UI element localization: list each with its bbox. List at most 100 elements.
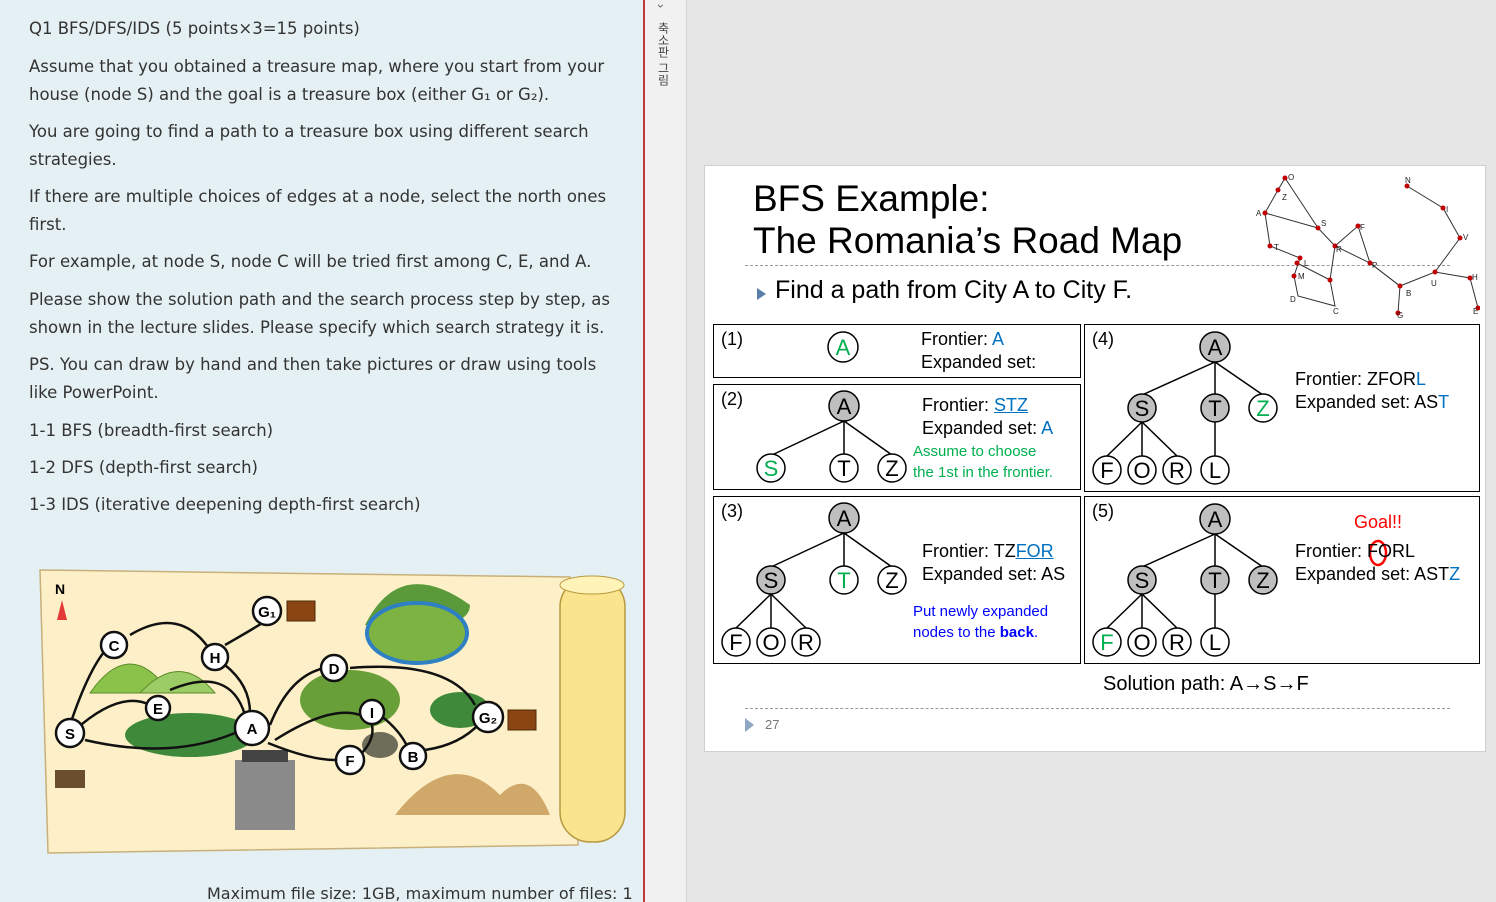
svg-text:P: P (1372, 261, 1377, 270)
page-arrow-icon (745, 718, 754, 732)
item-dfs: 1-2 DFS (depth-first search) (29, 458, 258, 477)
svg-text:R: R (1169, 630, 1185, 655)
svg-text:A: A (1208, 507, 1223, 532)
expanded-set-text: Expanded set: A (922, 418, 1054, 438)
slide-bullet: Find a path from City A to City F. (775, 276, 1133, 304)
svg-text:C: C (1333, 307, 1339, 316)
svg-text:F: F (1100, 630, 1113, 655)
svg-text:T: T (1208, 568, 1221, 593)
svg-text:A: A (1208, 335, 1223, 360)
svg-text:T: T (837, 456, 850, 481)
file-limit-footer: Maximum file size: 1GB, maximum number o… (207, 884, 633, 902)
question-panel: Q1 BFS/DFS/IDS (5 points×3=15 points) As… (0, 0, 643, 902)
goal-text: Goal!! (1354, 512, 1403, 532)
svg-text:O: O (1288, 173, 1294, 182)
svg-text:S: S (1135, 568, 1150, 593)
svg-text:F: F (729, 630, 742, 655)
question-paragraph: For example, at node S, node C will be t… (29, 252, 592, 271)
svg-text:G: G (1397, 311, 1403, 318)
item-ids: 1-3 IDS (iterative deepening depth-first… (29, 495, 421, 514)
expanded-set-text: Expanded set: (921, 352, 1037, 372)
svg-text:I: I (1446, 205, 1448, 214)
question-title: Q1 BFS/DFS/IDS (5 points×3=15 points) (29, 19, 360, 38)
bfs-step-2-panel: (2) A S T Z Frontier: STZ Expanded set: … (713, 384, 1081, 490)
question-paragraph: Please show the solution path and the se… (29, 290, 610, 337)
svg-text:Z: Z (1256, 396, 1269, 421)
expanded-set-text: Expanded set: AS (922, 564, 1066, 584)
note-text: Assume to choose (913, 443, 1037, 460)
svg-text:D: D (1290, 295, 1296, 304)
map-node-s: S (65, 726, 75, 743)
svg-text:O: O (1133, 630, 1150, 655)
svg-text:S: S (1321, 219, 1326, 228)
map-node-c: C (109, 638, 120, 655)
svg-text:T: T (837, 568, 850, 593)
svg-text:R: R (1336, 245, 1342, 254)
expand-chevron-icon[interactable]: › (654, 4, 668, 8)
expanded-set-text: Expanded set: AST (1295, 392, 1450, 412)
thumbnail-sidebar[interactable]: › 축소판 그림 (645, 0, 687, 902)
svg-text:U: U (1431, 279, 1437, 288)
bfs-step-1-panel: (1) A Frontier: A Expanded set: (713, 324, 1081, 378)
svg-text:T: T (1208, 396, 1221, 421)
question-paragraph: Assume that you obtained a treasure map,… (29, 57, 605, 104)
svg-text:E: E (1473, 307, 1478, 316)
svg-text:A: A (837, 506, 852, 531)
svg-text:R: R (798, 630, 814, 655)
note-text: nodes to the back. (913, 624, 1039, 641)
item-bfs: 1-1 BFS (breadth-first search) (29, 421, 274, 440)
slide-canvas: BFS Example: The Romania’s Road Map Find… (704, 165, 1486, 752)
svg-text:F: F (1100, 458, 1113, 483)
svg-text:O: O (1133, 458, 1150, 483)
frontier-text: Frontier: STZ (922, 395, 1029, 415)
bfs-step-4-panel: (4) A S T Z F O R L Frontier: ZFORL Expa… (1084, 324, 1480, 492)
frontier-text: Frontier: ZFORL (1295, 369, 1427, 389)
svg-text:B: B (1406, 289, 1411, 298)
treasure-map: N S C E H A D I F B G₁ G₂ (39, 569, 626, 854)
svg-text:L: L (1209, 458, 1221, 483)
svg-text:L: L (1209, 630, 1221, 655)
map-node-d: D (329, 661, 340, 678)
svg-text:M: M (1298, 272, 1305, 281)
slide-title-line1: BFS Example: (753, 178, 990, 219)
map-node-a: A (247, 721, 258, 738)
map-node-g1: G₁ (258, 604, 276, 621)
svg-text:Z: Z (885, 456, 898, 481)
bullet-arrow-icon (757, 288, 766, 300)
svg-text:Z: Z (885, 568, 898, 593)
svg-text:L: L (1304, 259, 1309, 268)
expanded-set-text: Expanded set: ASTZ (1295, 564, 1461, 584)
question-paragraph: PS. You can draw by hand and then take p… (29, 355, 597, 402)
frontier-text: Frontier: TZFOR (922, 541, 1054, 561)
svg-text:H: H (1472, 273, 1478, 282)
note-text: Put newly expanded (913, 603, 1049, 620)
romania-map: O Z A T S R F L M D P C B G U N I V H E (1256, 173, 1480, 318)
footer-divider (745, 708, 1450, 709)
svg-text:Z: Z (1256, 568, 1269, 593)
svg-text:A: A (1256, 209, 1262, 218)
slide-title-line2: The Romania’s Road Map (753, 220, 1183, 261)
map-node-e: E (153, 701, 163, 718)
north-label: N (55, 581, 65, 597)
thumbnail-sidebar-label: 축소판 그림 (656, 22, 670, 86)
map-node-f: F (345, 753, 354, 770)
solution-path-text: Solution path: A→S→F (1103, 673, 1309, 695)
svg-text:A: A (837, 394, 852, 419)
svg-text:R: R (1169, 458, 1185, 483)
map-node-i: I (370, 705, 374, 722)
map-node-b: B (408, 749, 419, 766)
note-text: the 1st in the frontier. (913, 464, 1054, 481)
svg-text:S: S (764, 568, 779, 593)
frontier-text: Frontier: FORL (1295, 541, 1416, 561)
svg-text:O: O (762, 630, 779, 655)
map-node-h: H (210, 650, 221, 667)
map-node-g2: G₂ (479, 710, 497, 727)
svg-text:Z: Z (1282, 193, 1287, 202)
svg-text:F: F (1360, 223, 1365, 232)
question-paragraph: You are going to find a path to a treasu… (29, 122, 589, 169)
bfs-step-3-panel: (3) A S T Z F O R Frontier: TZFOR Expand… (713, 496, 1081, 664)
svg-text:S: S (1135, 396, 1150, 421)
frontier-text: Frontier: A (921, 329, 1005, 349)
svg-text:S: S (764, 456, 779, 481)
svg-text:A: A (836, 335, 851, 360)
